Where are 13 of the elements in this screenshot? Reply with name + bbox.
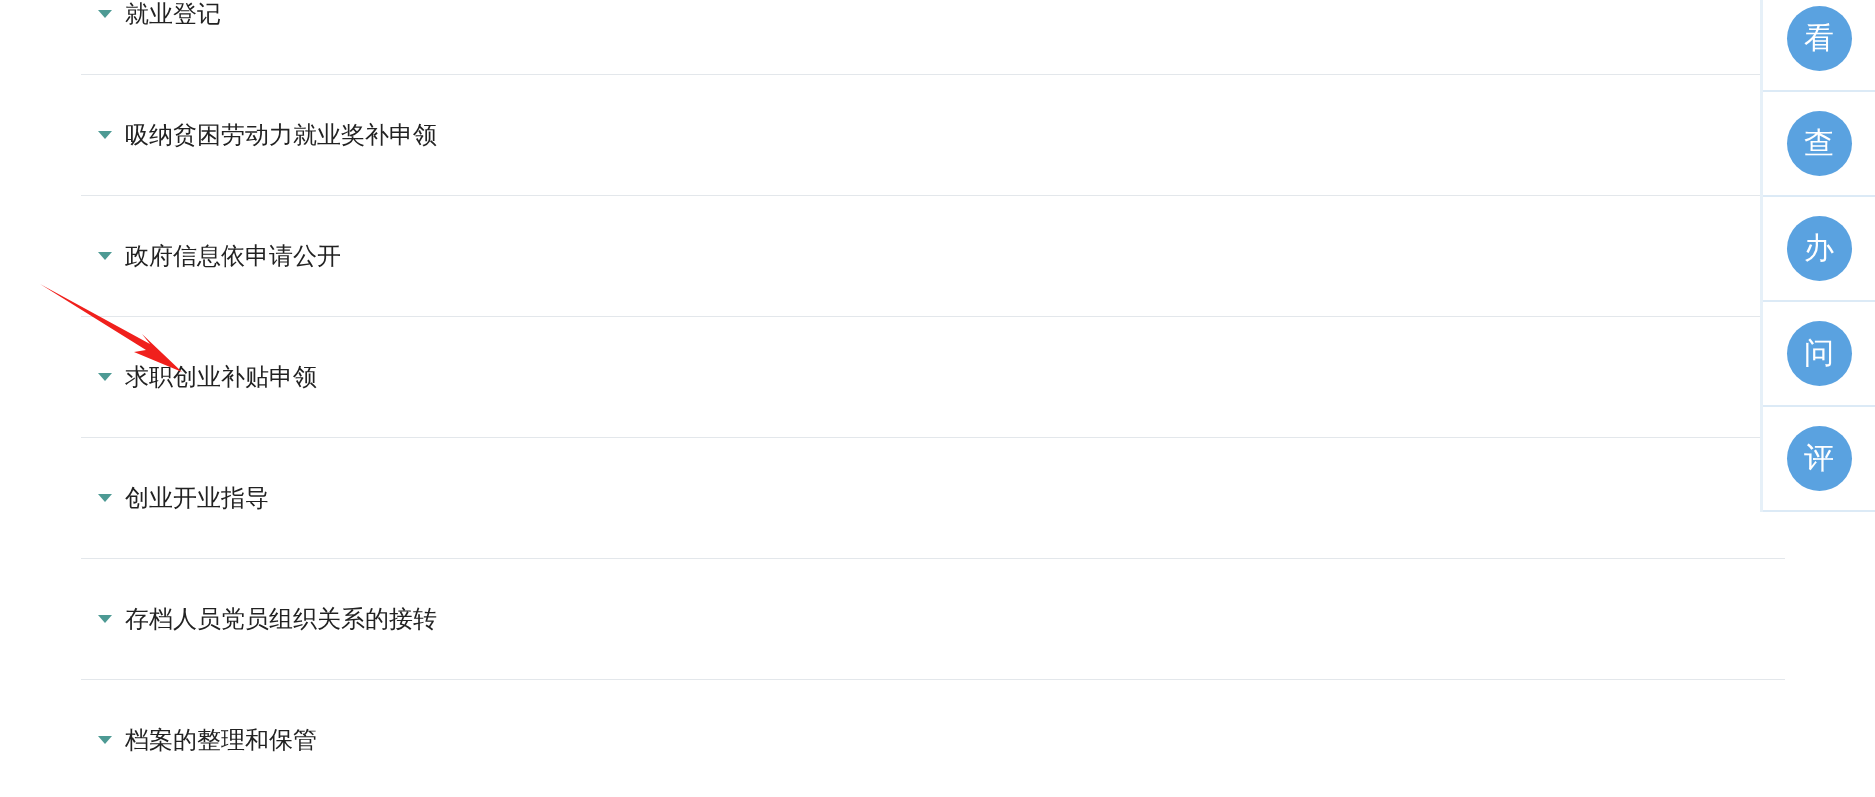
row-title[interactable]: 存档人员党员组织关系的接转: [125, 603, 437, 635]
row-title[interactable]: 创业开业指导: [125, 482, 269, 514]
caret-icon: [98, 736, 112, 744]
caret-icon: [98, 10, 112, 18]
caret-icon: [98, 494, 112, 502]
caret-icon: [98, 615, 112, 623]
row-title[interactable]: 就业登记: [125, 0, 221, 30]
row-title[interactable]: 吸纳贫困劳动力就业奖补申领: [125, 119, 437, 151]
row-title[interactable]: 政府信息依申请公开: [125, 240, 341, 272]
row-title[interactable]: 档案的整理和保管: [125, 724, 317, 756]
row-title[interactable]: 求职创业补贴申领: [125, 361, 317, 393]
caret-icon: [98, 252, 112, 260]
caret-icon: [98, 131, 112, 139]
